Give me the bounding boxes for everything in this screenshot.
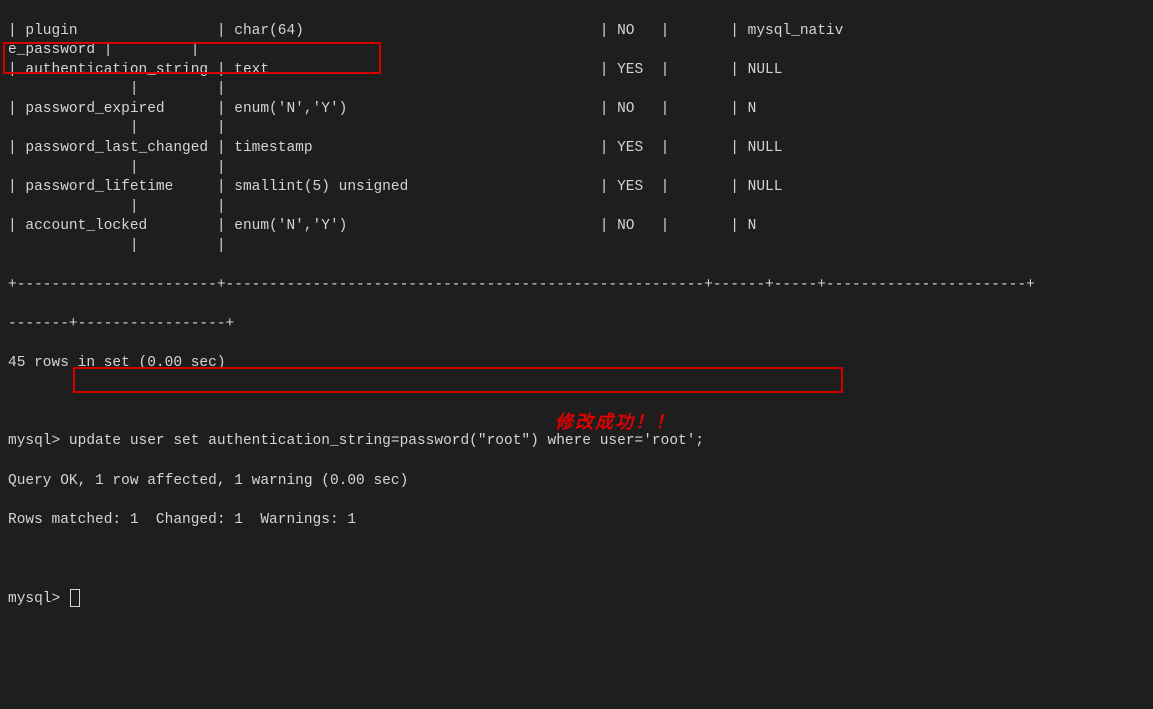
mysql-prompt: mysql> [8,433,60,449]
table-row-blank: | | [8,80,1145,100]
command-line: mysql> update user set authentication_st… [8,432,1145,452]
table-row: | plugin | char(64) | NO | | mysql_nativ [8,22,1145,42]
table-row: | password_lifetime | smallint(5) unsign… [8,178,1145,198]
table-row: | password_expired | enum('N','Y') | NO … [8,100,1145,120]
table-row-blank: | | [8,198,1145,218]
rows-summary: 45 rows in set (0.00 sec) [8,354,1145,374]
table-row: | authentication_string | text | YES | |… [8,61,1145,81]
table-separator-2: -------+-----------------+ [8,315,1145,335]
terminal-output[interactable]: | plugin | char(64) | NO | | mysql_nativ… [0,0,1153,709]
prompt-line[interactable]: mysql> [8,589,1145,610]
query-result-matched: Rows matched: 1 Changed: 1 Warnings: 1 [8,511,1145,531]
query-result-ok: Query OK, 1 row affected, 1 warning (0.0… [8,472,1145,492]
table-row-blank: | | [8,159,1145,179]
annotation-success: 修改成功！！ [555,410,675,434]
table-row-blank: | | [8,237,1145,257]
sql-update-statement: update user set authentication_string=pa… [69,433,704,449]
table-row-blank: | | [8,119,1145,139]
table-row-wrap: e_password | | [8,41,1145,61]
table-row: | account_locked | enum('N','Y') | NO | … [8,217,1145,237]
mysql-prompt: mysql> [8,591,60,607]
cursor-icon [70,589,80,607]
table-row: | password_last_changed | timestamp | YE… [8,139,1145,159]
table-separator: +-----------------------+---------------… [8,276,1145,296]
